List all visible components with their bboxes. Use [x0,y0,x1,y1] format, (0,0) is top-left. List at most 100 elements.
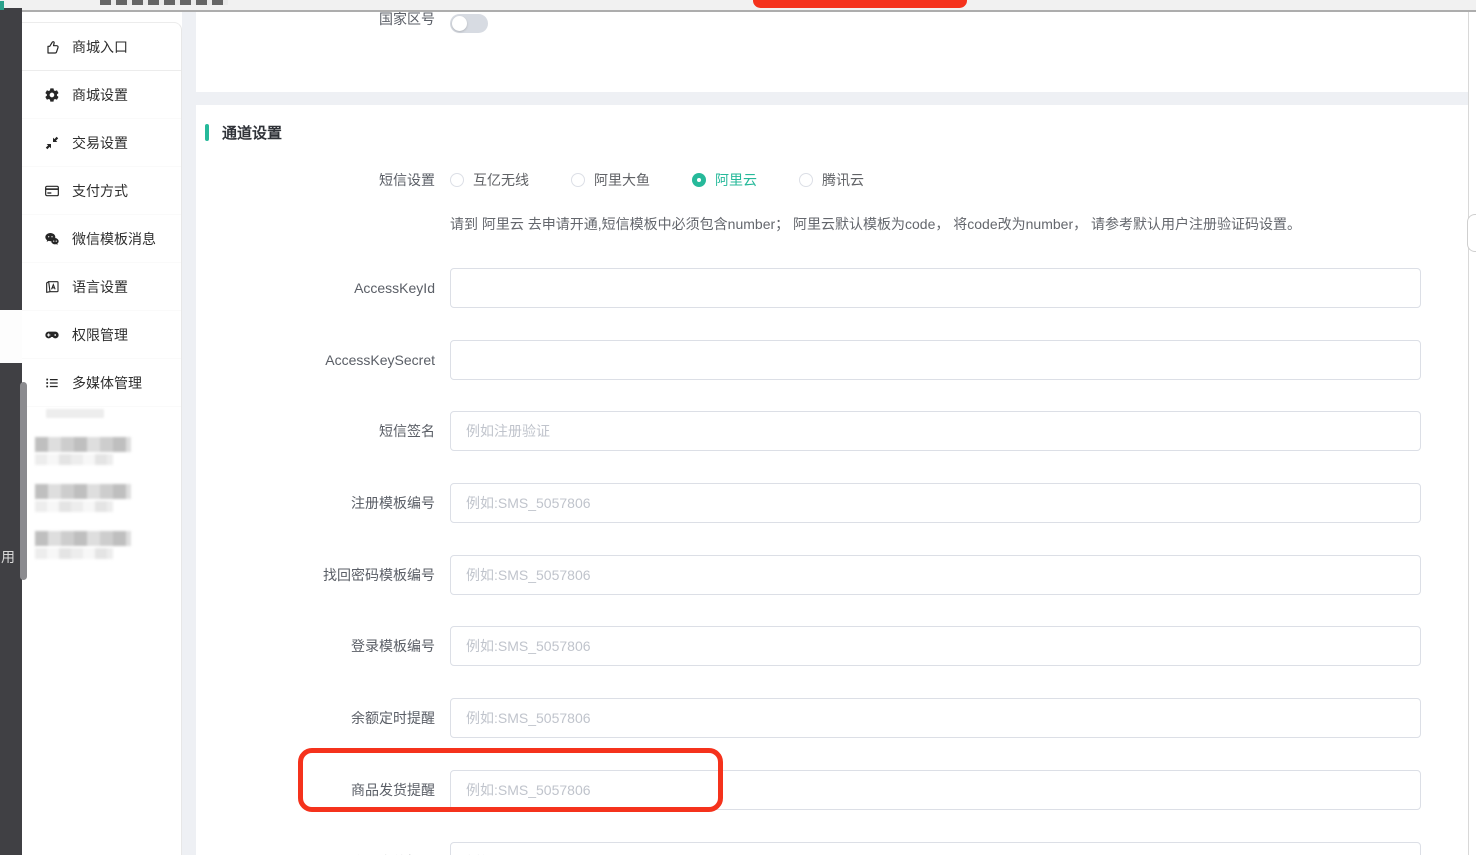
sidebar-item-label: 商城设置 [72,85,128,105]
radio-unselected-icon [799,173,813,187]
toggle-knob [452,16,467,31]
green-corner-dot [0,1,4,10]
title-accent-bar [205,124,209,141]
redacted-text-line [35,484,131,499]
redacted-text-line [35,531,131,546]
section-divider-band [196,92,1468,105]
sidebar-item-label: 语言设置 [72,277,128,297]
field-input[interactable] [450,483,1421,523]
sidebar-item-label: 交易设置 [72,133,128,153]
radio-label: 阿里云 [715,170,757,190]
field-input-wrap [450,770,1421,810]
sidebar-item-label: 权限管理 [72,325,128,345]
redacted-sidebar-item[interactable] [35,484,181,512]
sidebar-item-label: 多媒体管理 [72,373,142,393]
field-label: 找回密码模板编号 [196,565,435,585]
sidebar: 商城入口商城设置交易设置支付方式微信模板消息语言设置权限管理多媒体管理 [22,22,182,855]
radio-unselected-icon [571,173,585,187]
sidebar-item-8[interactable]: 多媒体管理 [22,359,181,407]
radio-label: 互亿无线 [473,170,529,190]
rail-partial-text: 用 [1,547,15,567]
form-row-6: 登录模板编号 [196,626,1468,666]
thumb-up-icon [44,39,60,55]
sidebar-item-label: 支付方式 [72,181,128,201]
redacted-sidebar-item[interactable] [35,437,181,465]
form-row-8: 商品发货提醒 [196,770,1468,810]
field-input[interactable] [450,411,1421,451]
form-row-1: AccessKeyId [196,268,1468,308]
sidebar-item-5[interactable]: 微信模板消息 [22,215,181,263]
redacted-sidebar-item[interactable] [35,531,181,559]
redacted-menu-items [22,437,181,559]
sidebar-item-1[interactable]: 商城入口 [22,23,181,71]
sms-provider-row: 短信设置 互亿无线 阿里大鱼 阿里云 腾讯云 [196,170,1468,190]
redacted-fragment [46,409,104,418]
page-scrollbar-remnant[interactable] [1467,214,1476,252]
sidebar-item-6[interactable]: 语言设置 [22,263,181,311]
list-icon [44,375,60,391]
gamepad-icon [44,327,60,343]
field-input[interactable] [450,555,1421,595]
redacted-text-line [35,501,113,512]
sidebar-item-7[interactable]: 权限管理 [22,311,181,359]
field-label: 登录模板编号 [196,636,435,656]
radio-provider-2[interactable]: 阿里大鱼 [571,170,650,190]
sidebar-scrollbar-thumb[interactable] [20,382,27,580]
translate-icon [44,279,60,295]
field-label: 余额定时提醒 [196,708,435,728]
sms-settings-form: AccessKeyId AccessKeySecret 短信签名注册模板编号找回密码… [196,268,1468,855]
content-right-border [1468,12,1469,855]
field-label: 短信签名 [196,421,435,441]
field-label: AccessKeySecret [196,352,435,368]
radio-label: 腾讯云 [822,170,864,190]
country-code-section: 国家区号 [196,12,1468,92]
radio-unselected-icon [450,173,464,187]
left-dark-rail: 用 [0,8,22,855]
redacted-text-line [35,437,131,452]
form-row-5: 找回密码模板编号 [196,555,1468,595]
sidebar-item-label: 商城入口 [72,37,128,57]
country-code-label: 国家区号 [196,12,435,29]
field-label: 商品发货提醒 [196,780,435,800]
sidebar-menu: 商城入口商城设置交易设置支付方式微信模板消息语言设置权限管理多媒体管理 [22,23,181,407]
form-row-7: 余额定时提醒 [196,698,1468,738]
form-row-3: 短信签名 [196,411,1468,451]
arrows-inward-icon [44,135,60,151]
field-input[interactable] [450,268,1421,308]
field-label: 注册模板编号 [196,493,435,513]
channel-settings-section: 通道设置 短信设置 互亿无线阿里大鱼阿里云腾讯云 请到 阿里云 去申请开通,短信… [196,105,1468,855]
sidebar-item-4[interactable]: 支付方式 [22,167,181,215]
clipped-tab-title-fragment [100,0,228,5]
window-top-strip [0,0,1476,12]
country-code-toggle[interactable] [450,14,488,33]
field-input[interactable] [450,842,1421,855]
annotation-red-bar [753,0,967,8]
sidebar-item-2[interactable]: 商城设置 [22,71,181,119]
form-row-4: 注册模板编号 [196,483,1468,523]
sms-setting-label: 短信设置 [196,170,435,190]
radio-provider-1[interactable]: 互亿无线 [450,170,529,190]
field-input[interactable] [450,770,1421,810]
field-input-wrap [450,340,1421,380]
radio-label: 阿里大鱼 [594,170,650,190]
form-row-2: AccessKeySecret [196,340,1468,380]
radio-provider-4[interactable]: 腾讯云 [799,170,864,190]
helper-text: 请到 阿里云 去申请开通,短信模板中必须包含number； 阿里云默认模板为co… [450,214,1468,234]
field-input-wrap [450,555,1421,595]
field-input-wrap [450,698,1421,738]
sms-provider-radio-group: 互亿无线 阿里大鱼 阿里云 腾讯云 [450,170,906,190]
field-label: 会员充值提醒 [196,852,435,855]
field-label: AccessKeyId [196,280,435,296]
field-input[interactable] [450,340,1421,380]
field-input-wrap [450,268,1421,308]
field-input-wrap [450,411,1421,451]
rail-white-gap [0,310,22,363]
field-input-wrap [450,842,1421,855]
field-input-wrap [450,626,1421,666]
sidebar-item-3[interactable]: 交易设置 [22,119,181,167]
form-row-9: 会员充值提醒 [196,842,1468,855]
gear-icon [44,87,60,103]
field-input[interactable] [450,698,1421,738]
radio-provider-3[interactable]: 阿里云 [692,170,757,190]
field-input[interactable] [450,626,1421,666]
